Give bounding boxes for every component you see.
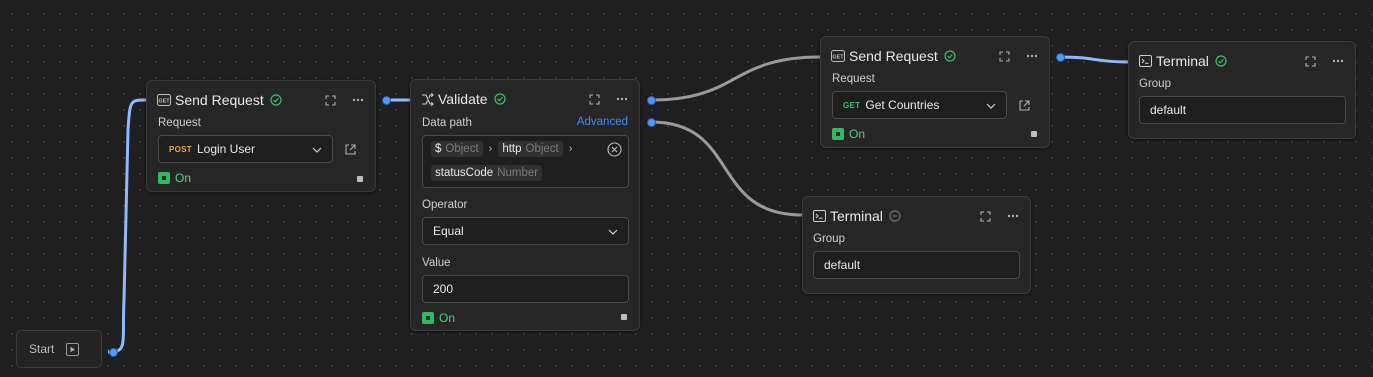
success-check-icon: [944, 50, 956, 62]
value-label: Value: [422, 257, 451, 269]
request-label: Request: [832, 73, 875, 85]
chevron-right-icon: ›: [488, 143, 493, 155]
node-title: Send Request: [849, 48, 938, 64]
method-badge: GET: [843, 100, 861, 110]
validate-success-handle[interactable]: [647, 96, 656, 105]
group-input[interactable]: default: [813, 251, 1020, 279]
edge-validate-to-countries: [650, 55, 821, 102]
operator-select[interactable]: Equal: [422, 217, 629, 245]
group-value: default: [1150, 103, 1187, 117]
validate-fail-handle[interactable]: [647, 118, 656, 127]
validate-node[interactable]: Validate Data path Advanced $ Object › ht…: [410, 79, 640, 331]
play-icon[interactable]: [66, 342, 80, 356]
success-check-icon: [270, 94, 282, 106]
get-method-icon: GET: [157, 94, 171, 106]
svg-text:GET: GET: [832, 54, 844, 60]
path-token[interactable]: $ Object: [431, 141, 483, 157]
success-check-icon: [493, 93, 506, 105]
login-output-handle[interactable]: [382, 96, 391, 105]
data-path-label: Data path: [422, 117, 472, 129]
request-value: Get Countries: [865, 98, 940, 112]
node-title: Validate: [438, 91, 488, 107]
data-path-field[interactable]: $ Object › http Object › statusCode Number: [422, 135, 629, 188]
expand-icon[interactable]: [587, 92, 601, 106]
terminal-node-bottom[interactable]: Terminal Group default: [802, 196, 1031, 294]
open-external-icon[interactable]: [1017, 98, 1031, 112]
value-input[interactable]: 200: [422, 275, 629, 303]
more-options-icon[interactable]: [615, 92, 629, 106]
on-toggle[interactable]: On: [158, 171, 191, 185]
shuffle-icon: [422, 92, 434, 106]
path-token[interactable]: statusCode Number: [431, 165, 543, 181]
more-options-icon[interactable]: [351, 93, 365, 107]
expand-icon[interactable]: [323, 93, 337, 107]
chevron-down-icon: [312, 142, 322, 156]
svg-text:GET: GET: [158, 98, 170, 104]
toggle-on-icon: [158, 172, 170, 184]
advanced-link[interactable]: Advanced: [577, 116, 628, 128]
terminal-icon: [813, 210, 826, 222]
request-select[interactable]: GET Get Countries: [832, 91, 1007, 119]
request-value: Login User: [196, 142, 256, 156]
countries-output-handle[interactable]: [1056, 53, 1065, 62]
start-label: Start: [29, 342, 55, 356]
method-badge: POST: [169, 144, 192, 154]
request-label: Request: [158, 117, 201, 129]
operator-label: Operator: [422, 199, 468, 211]
operator-value: Equal: [433, 224, 464, 238]
get-method-icon: GET: [831, 50, 845, 62]
send-request-login-node[interactable]: GET Send Request Request POST Login User…: [146, 80, 376, 192]
on-toggle[interactable]: On: [832, 127, 865, 141]
stop-icon[interactable]: [357, 176, 363, 182]
chevron-down-icon: [986, 98, 996, 112]
group-label: Group: [813, 233, 845, 245]
node-title: Send Request: [175, 92, 264, 108]
group-input[interactable]: default: [1139, 96, 1346, 124]
more-options-icon[interactable]: [1006, 209, 1020, 223]
toggle-on-icon: [832, 128, 844, 140]
start-node[interactable]: Start: [16, 330, 102, 368]
stop-icon[interactable]: [621, 314, 627, 320]
on-toggle[interactable]: On: [422, 311, 455, 325]
chevron-down-icon: [608, 224, 618, 238]
expand-icon[interactable]: [978, 209, 992, 223]
value-text: 200: [433, 282, 454, 296]
terminal-node-top[interactable]: Terminal Group default: [1128, 41, 1356, 139]
toggle-on-icon: [422, 312, 434, 324]
request-select[interactable]: POST Login User: [158, 135, 333, 163]
chevron-right-icon: ›: [568, 143, 573, 155]
expand-icon[interactable]: [1303, 54, 1317, 68]
expand-icon[interactable]: [997, 49, 1011, 63]
terminal-icon: [1139, 55, 1152, 67]
success-check-icon: [1215, 55, 1227, 67]
more-options-icon[interactable]: [1025, 49, 1039, 63]
send-request-countries-node[interactable]: GET Send Request Request GET Get Countri…: [820, 36, 1050, 148]
path-token[interactable]: http Object: [498, 141, 563, 157]
more-options-icon[interactable]: [1331, 54, 1345, 68]
group-label: Group: [1139, 78, 1171, 90]
toggle-label: On: [175, 171, 192, 185]
open-external-icon[interactable]: [343, 142, 357, 156]
group-value: default: [824, 258, 861, 272]
node-title: Terminal: [1156, 53, 1209, 69]
edge-validate-to-terminal-bottom: [650, 120, 803, 217]
toggle-label: On: [439, 311, 456, 325]
node-title: Terminal: [830, 208, 883, 224]
toggle-label: On: [849, 127, 866, 141]
start-output-handle[interactable]: [109, 348, 118, 357]
edge-start-to-login: [107, 98, 147, 354]
stop-icon[interactable]: [1031, 131, 1037, 137]
clear-circle-icon[interactable]: [607, 142, 622, 162]
pending-circle-icon: [889, 210, 901, 222]
edge-countries-to-terminal: [1059, 55, 1129, 64]
